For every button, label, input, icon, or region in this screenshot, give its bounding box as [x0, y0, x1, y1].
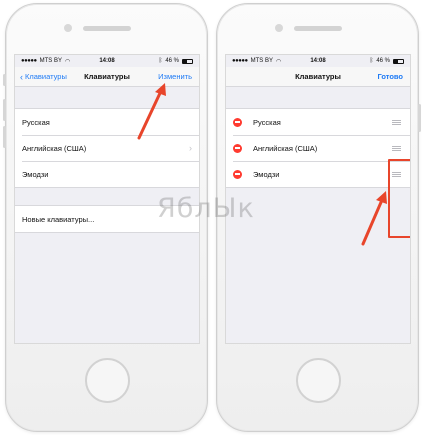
- arrow-to-reorder-handles: [361, 191, 387, 246]
- arrow-to-edit-button: [137, 83, 166, 140]
- watermark: ЯблЫк: [157, 193, 255, 224]
